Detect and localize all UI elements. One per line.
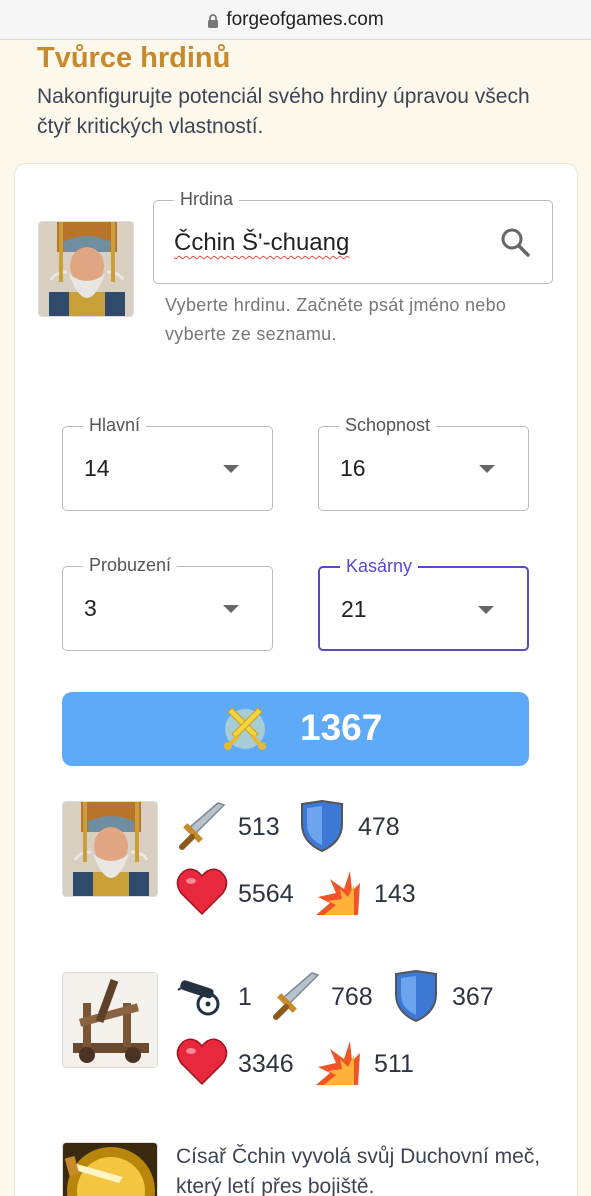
sword-icon <box>179 802 226 850</box>
damage-burst-icon <box>316 1041 360 1085</box>
ability-level-select[interactable]: Schopnost 16 <box>318 415 529 511</box>
hero-attack-value: 513 <box>238 813 280 841</box>
shield-icon <box>395 970 437 1022</box>
sword-icon <box>273 972 320 1020</box>
page-title: Tvůrce hrdinů <box>37 42 231 74</box>
heart-icon <box>176 1038 228 1086</box>
hero-helper-text: Vyberte hrdinu. Začněte psát jméno nebo … <box>165 295 507 344</box>
unit-count-value: 1 <box>238 983 252 1011</box>
chevron-down-icon <box>478 606 494 614</box>
search-icon[interactable] <box>500 227 530 257</box>
awakening-level-select[interactable]: Probuzení 3 <box>62 555 273 651</box>
barracks-level-label: Kasárny <box>340 556 419 577</box>
page-subtitle: Nakonfigurujte potenciál svého hrdiny úp… <box>37 85 530 138</box>
catapult-unit-image <box>63 973 157 1067</box>
main-level-value: 14 <box>84 455 110 481</box>
hero-damage-value: 143 <box>374 880 416 908</box>
ability-description: Císař Čchin vyvolá svůj Duchovní meč, kt… <box>176 1145 541 1196</box>
heart-icon <box>176 868 228 916</box>
barracks-level-value: 21 <box>341 596 367 622</box>
unit-attack-value: 768 <box>331 983 373 1011</box>
main-level-label: Hlavní <box>83 415 147 436</box>
shield-icon <box>301 800 343 852</box>
ability-level-value: 16 <box>340 455 366 481</box>
barracks-level-select[interactable]: Kasárny 21 <box>318 556 529 651</box>
ability-level-label: Schopnost <box>339 415 437 436</box>
hero-portrait-image <box>39 222 133 316</box>
spirit-sword-icon <box>63 1143 157 1196</box>
hero-stats-portrait <box>62 801 158 897</box>
chevron-down-icon <box>479 465 495 473</box>
main-level-select[interactable]: Hlavní 14 <box>62 415 273 511</box>
power-value: 1367 <box>300 707 383 748</box>
cannon-icon <box>177 980 220 1016</box>
address-bar[interactable]: forgeofgames.com <box>0 0 591 40</box>
crossed-swords-icon <box>224 707 266 750</box>
unit-portrait <box>62 972 158 1068</box>
hero-portrait-image <box>63 802 157 896</box>
unit-defense-value: 367 <box>452 983 494 1011</box>
awakening-level-label: Probuzení <box>83 555 178 576</box>
url-text: forgeofgames.com <box>226 8 384 30</box>
chevron-down-icon <box>223 465 239 473</box>
damage-burst-icon <box>316 871 360 915</box>
ability-icon-frame <box>62 1142 158 1196</box>
hero-defense-value: 478 <box>358 813 400 841</box>
hero-input-value[interactable]: Čchin Š'-chuang <box>174 229 349 257</box>
unit-health-value: 3346 <box>238 1050 294 1078</box>
chevron-down-icon <box>223 605 239 613</box>
hero-portrait <box>38 221 134 317</box>
hero-field-label: Hrdina <box>174 189 240 210</box>
hero-health-value: 5564 <box>238 880 294 908</box>
unit-damage-value: 511 <box>374 1050 414 1078</box>
awakening-level-value: 3 <box>84 595 97 621</box>
power-button[interactable]: 1367 <box>62 692 529 766</box>
hero-search-field[interactable]: Hrdina Čchin Š'-chuang <box>153 189 553 284</box>
lock-icon <box>208 13 219 28</box>
